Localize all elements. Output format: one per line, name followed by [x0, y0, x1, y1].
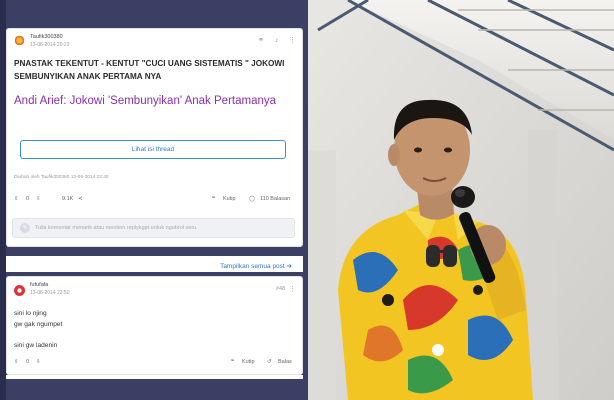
thread-username[interactable]: Taufik300380 — [30, 34, 63, 40]
reply-line-2: gw gak ngumpet — [14, 321, 63, 328]
forum-panel: Taufik300380 13-06-2014 20:22 ⚭ ♪ ⋮ PNAS… — [0, 0, 308, 400]
left-pillar — [308, 150, 336, 400]
link-icon[interactable]: ⚭ — [258, 37, 264, 45]
share-icon[interactable]: ≺ — [78, 195, 83, 203]
replies-button[interactable]: 110 Balasan — [260, 195, 290, 203]
reply-username[interactable]: fufufafa — [30, 282, 48, 288]
reply-icon[interactable]: ↺ — [267, 358, 272, 366]
upvote-icon[interactable]: ⇧ — [14, 195, 19, 203]
edited-note: Diubah oleh Taufik300380 13-06-2014 22:4… — [14, 175, 109, 180]
comment-placeholder: Tulis komentar menarik atau mention repl… — [35, 225, 197, 231]
thread-timestamp: 13-06-2014 20:22 — [30, 42, 70, 48]
view-thread-button[interactable]: Lihat isi thread — [20, 140, 286, 159]
reply-timestamp: 13-06-2014 22:50 — [30, 290, 70, 296]
more-icon[interactable]: ⋮ — [289, 286, 296, 294]
show-all-label: Tampilkan semua post — [220, 263, 285, 270]
right-eye — [444, 147, 452, 153]
upvote-icon[interactable]: ⇧ — [14, 358, 19, 366]
upvote-count: 0 — [26, 196, 30, 202]
reply-line-1: sini lo njing — [14, 310, 47, 317]
downvote-count: 9.1K — [62, 196, 74, 202]
reply-button[interactable]: Balas — [278, 358, 292, 366]
reply-line-3: sini gw ladenin — [14, 342, 58, 349]
reply-avatar — [14, 285, 25, 296]
left-eye — [414, 147, 422, 153]
chevron-right-icon: ➔ — [286, 263, 292, 270]
thread-link[interactable]: Andi Arief: Jokowi 'Sembunyikan' Anak Pe… — [14, 95, 276, 107]
quote-icon[interactable]: ❝ — [231, 358, 234, 366]
downvote-icon[interactable]: ⇩ — [36, 358, 41, 366]
bell-icon[interactable]: ♪ — [275, 37, 279, 45]
comment-input-icon: ✎ — [20, 223, 30, 233]
thread-title[interactable]: PNASTAK TEKENTUT - KENTUT "CUCI UANG SIS… — [14, 57, 289, 83]
right-pillar — [528, 130, 558, 400]
reply-number[interactable]: #48 — [276, 286, 285, 292]
reply-vote-count: 0 — [26, 359, 30, 365]
show-all-link[interactable]: Tampilkan semua post ➔ — [220, 262, 292, 270]
downvote-icon[interactable]: ⇩ — [36, 195, 41, 203]
more-icon[interactable]: ⋮ — [289, 37, 296, 45]
thread-avatar — [14, 35, 25, 46]
comment-input[interactable]: ✎ Tulis komentar menarik atau mention re… — [12, 218, 295, 238]
reply-quote-button[interactable]: Kutip — [242, 358, 255, 366]
quote-icon[interactable]: ❝ — [212, 195, 215, 203]
panel-bottom — [6, 375, 303, 379]
speaker-photo — [308, 0, 614, 400]
speaker-photo-illustration — [308, 0, 614, 400]
quote-button[interactable]: Kutip — [223, 195, 236, 203]
comment-icon[interactable]: ◯ — [249, 195, 255, 203]
ear — [388, 144, 400, 166]
